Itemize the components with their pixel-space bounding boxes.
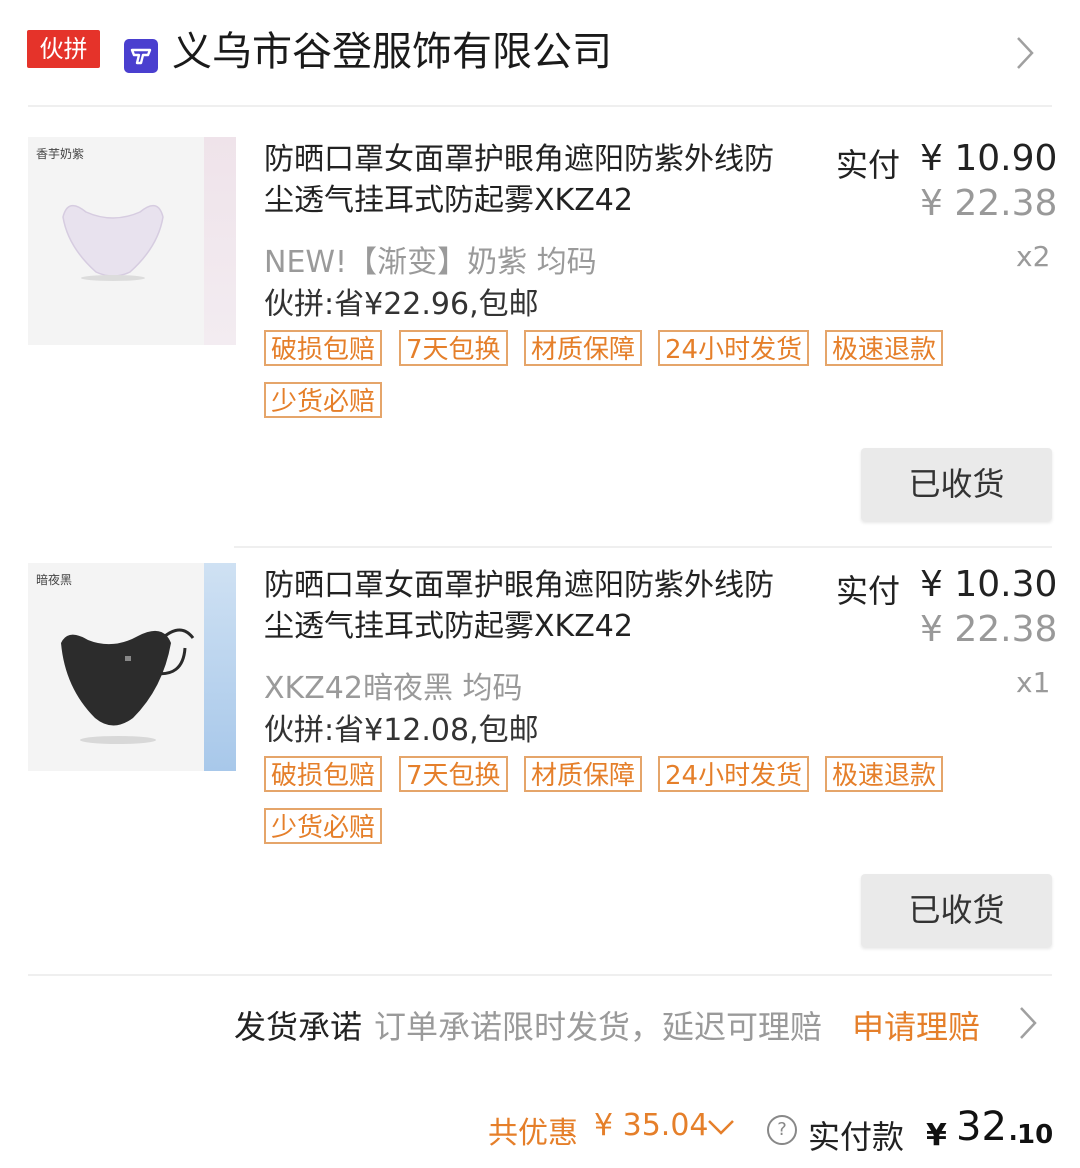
received-button[interactable]: 已收货 xyxy=(861,448,1052,521)
chevron-down-icon[interactable] xyxy=(706,1116,736,1140)
service-tag: 材质保障 xyxy=(524,756,643,792)
product-title-line1[interactable]: 防晒口罩女面罩护眼角遮阳防紫外线防 xyxy=(264,139,834,181)
original-price: ¥ 22.38 xyxy=(920,183,1058,224)
product-title-line1[interactable]: 防晒口罩女面罩护眼角遮阳防紫外线防 xyxy=(264,565,834,607)
chevron-right-icon[interactable] xyxy=(1013,1003,1043,1043)
service-tag: 少货必赔 xyxy=(264,382,383,418)
product-quantity: x2 xyxy=(1016,240,1051,273)
service-tag: 24小时发货 xyxy=(658,330,810,366)
total-label: 实付款 xyxy=(808,1118,905,1156)
service-tag: 7天包换 xyxy=(399,330,508,366)
thumbnail-tag: 香芋奶紫 xyxy=(36,147,85,161)
service-tag: 材质保障 xyxy=(524,330,643,366)
promo-text: 伙拼:省¥12.08,包邮 xyxy=(264,713,539,748)
product-variant: XKZ42暗夜黑 均码 xyxy=(264,671,523,706)
service-tag: 7天包换 xyxy=(399,756,508,792)
discount-value[interactable]: ¥ 35.04 xyxy=(594,1108,709,1143)
product-variant: NEW!【渐变】奶紫 均码 xyxy=(264,245,597,280)
total-amount-decimal: 10 xyxy=(1017,1120,1054,1150)
group-buy-badge: 伙拼 xyxy=(27,30,100,68)
shop-logo-icon xyxy=(124,39,158,73)
paid-label: 实付 xyxy=(836,146,901,184)
service-tag: 破损包赔 xyxy=(264,330,383,366)
total-amount-integer: 32. xyxy=(956,1104,1020,1150)
mask-image xyxy=(61,628,195,744)
product-title-line2[interactable]: 尘透气挂耳式防起雾XKZ42 xyxy=(264,180,834,222)
promise-text: 订单承诺限时发货，延迟可理赔 xyxy=(374,1008,823,1046)
product-thumbnail[interactable]: 香芋奶紫 xyxy=(28,137,236,345)
total-currency: ¥ xyxy=(926,1118,947,1153)
help-icon[interactable]: ? xyxy=(767,1115,797,1145)
product-quantity: x1 xyxy=(1016,666,1051,699)
thumbnail-tag: 暗夜黑 xyxy=(36,573,73,587)
product-thumbnail[interactable]: 暗夜黑 xyxy=(28,563,236,771)
received-button[interactable]: 已收货 xyxy=(861,874,1052,947)
paid-label: 实付 xyxy=(836,572,901,610)
promo-text: 伙拼:省¥22.96,包邮 xyxy=(264,287,539,322)
header-divider xyxy=(28,105,1052,107)
section-divider xyxy=(28,974,1052,976)
shop-name[interactable]: 义乌市谷登服饰有限公司 xyxy=(172,26,612,78)
service-tag: 24小时发货 xyxy=(658,756,810,792)
paid-price: ¥ 10.30 xyxy=(920,564,1058,605)
discount-label[interactable]: 共优惠 xyxy=(488,1108,578,1152)
mask-image xyxy=(62,204,164,281)
promise-label: 发货承诺 xyxy=(234,1008,363,1046)
apply-claim-link[interactable]: 申请理赔 xyxy=(852,1002,980,1048)
thumbnail-side-strip xyxy=(204,563,236,771)
original-price: ¥ 22.38 xyxy=(920,609,1058,650)
thumbnail-side-strip xyxy=(204,137,236,345)
service-tag: 极速退款 xyxy=(825,330,944,366)
service-tag: 破损包赔 xyxy=(264,756,383,792)
chevron-right-icon[interactable] xyxy=(1010,33,1040,73)
product-title-line2[interactable]: 尘透气挂耳式防起雾XKZ42 xyxy=(264,606,834,648)
service-tag: 少货必赔 xyxy=(264,808,383,844)
paid-price: ¥ 10.90 xyxy=(920,138,1058,179)
item-divider xyxy=(234,546,1052,548)
service-tag: 极速退款 xyxy=(825,756,944,792)
